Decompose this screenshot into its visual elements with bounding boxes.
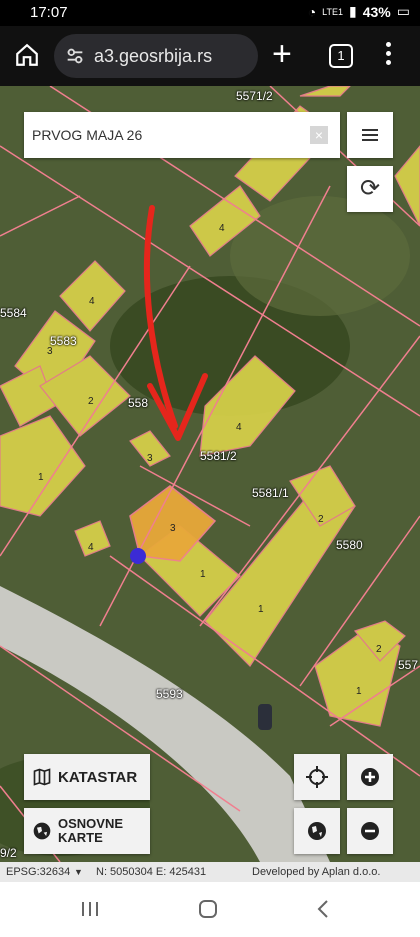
parcel-label: 557 <box>398 658 419 672</box>
parcel-label: 558 <box>128 396 149 410</box>
parcel-label: 9/2 <box>0 846 17 860</box>
parcel-label: 5593 <box>156 687 183 701</box>
building-label: 4 <box>88 542 94 553</box>
status-bar: 17:07 ◔ LTE1 ▮ 43% ▭ <box>0 0 420 26</box>
osnovne-karte-button[interactable]: OSNOVNE KARTE <box>24 808 150 854</box>
system-nav-bar <box>0 882 420 937</box>
parcel-label: 5580 <box>336 538 363 552</box>
parcel-label: 5581/2 <box>200 449 237 463</box>
address-search-box[interactable]: PRVOG MAJA 26 × <box>24 112 340 158</box>
minus-icon <box>361 822 379 840</box>
status-time: 17:07 <box>30 4 68 21</box>
building-label: 1 <box>356 686 362 697</box>
home-nav-icon[interactable] <box>198 899 218 919</box>
zoom-in-button[interactable] <box>347 754 393 800</box>
building-label: 4 <box>89 296 95 307</box>
parcel-label: 5571/2 <box>236 89 273 103</box>
battery-level: 43% <box>362 3 391 20</box>
developer-credit[interactable]: Developed by Aplan d.o.o. <box>252 866 380 878</box>
globe-icon <box>308 822 326 840</box>
url-text: a3.geosrbija.rs <box>94 45 213 66</box>
building-label: 4 <box>219 223 225 234</box>
building-label: 4 <box>236 422 242 433</box>
back-icon[interactable] <box>316 899 330 919</box>
crosshair-icon <box>306 766 328 788</box>
plus-icon <box>361 768 379 786</box>
globe-icon <box>33 822 51 840</box>
wifi-icon: ◔ <box>307 3 317 20</box>
refresh-icon[interactable]: ⟳ <box>347 166 393 212</box>
building-label: 2 <box>88 396 94 407</box>
clear-search-icon[interactable]: × <box>310 126 328 144</box>
dropdown-arrow-icon[interactable]: ▼ <box>74 867 83 877</box>
new-tab-icon[interactable]: + <box>272 36 292 72</box>
katastar-label: KATASTAR <box>58 768 138 786</box>
map-footer: EPSG:32634 ▼ N: 5050304 E: 425431 Develo… <box>0 862 420 882</box>
more-menu-icon[interactable] <box>386 42 392 69</box>
map-view[interactable]: 5571/2 5584 5583 558 5581/2 5581/1 5580 … <box>0 86 420 862</box>
locate-me-button[interactable] <box>294 754 340 800</box>
address-bar[interactable]: a3.geosrbija.rs <box>54 34 258 78</box>
home-icon[interactable] <box>14 42 40 68</box>
tab-count-button[interactable]: 1 <box>329 44 353 68</box>
building-label: 1 <box>258 604 264 615</box>
network-label: LTE1 <box>322 6 344 17</box>
battery-icon: ▭ <box>396 3 410 19</box>
zoom-out-button[interactable] <box>347 808 393 854</box>
building-label: 2 <box>376 644 382 655</box>
site-settings-icon[interactable] <box>64 45 86 67</box>
map-icon <box>33 768 51 786</box>
recent-apps-icon[interactable] <box>80 900 100 918</box>
parcel-label: 5583 <box>50 334 77 348</box>
signal-icon: ▮ <box>349 3 357 19</box>
layers-menu-button[interactable] <box>347 112 393 158</box>
search-input[interactable]: PRVOG MAJA 26 <box>32 127 142 143</box>
katastar-button[interactable]: KATASTAR <box>24 754 150 800</box>
osnovne-karte-label: OSNOVNE KARTE <box>58 816 124 845</box>
building-label: 3 <box>170 523 176 534</box>
building-label: 1 <box>200 569 206 580</box>
building-label: 3 <box>47 346 53 357</box>
building-label: 2 <box>318 514 324 525</box>
parcel-label: 5581/1 <box>252 486 289 500</box>
browser-toolbar: a3.geosrbija.rs + 1 <box>0 26 420 86</box>
coordinates-readout: N: 5050304 E: 425431 <box>96 866 207 878</box>
parcel-label: 5584 <box>0 306 27 320</box>
globe-view-button[interactable] <box>294 808 340 854</box>
building-label: 1 <box>38 472 44 483</box>
epsg-label: EPSG:32634 <box>6 866 71 878</box>
building-label: 3 <box>147 453 153 464</box>
